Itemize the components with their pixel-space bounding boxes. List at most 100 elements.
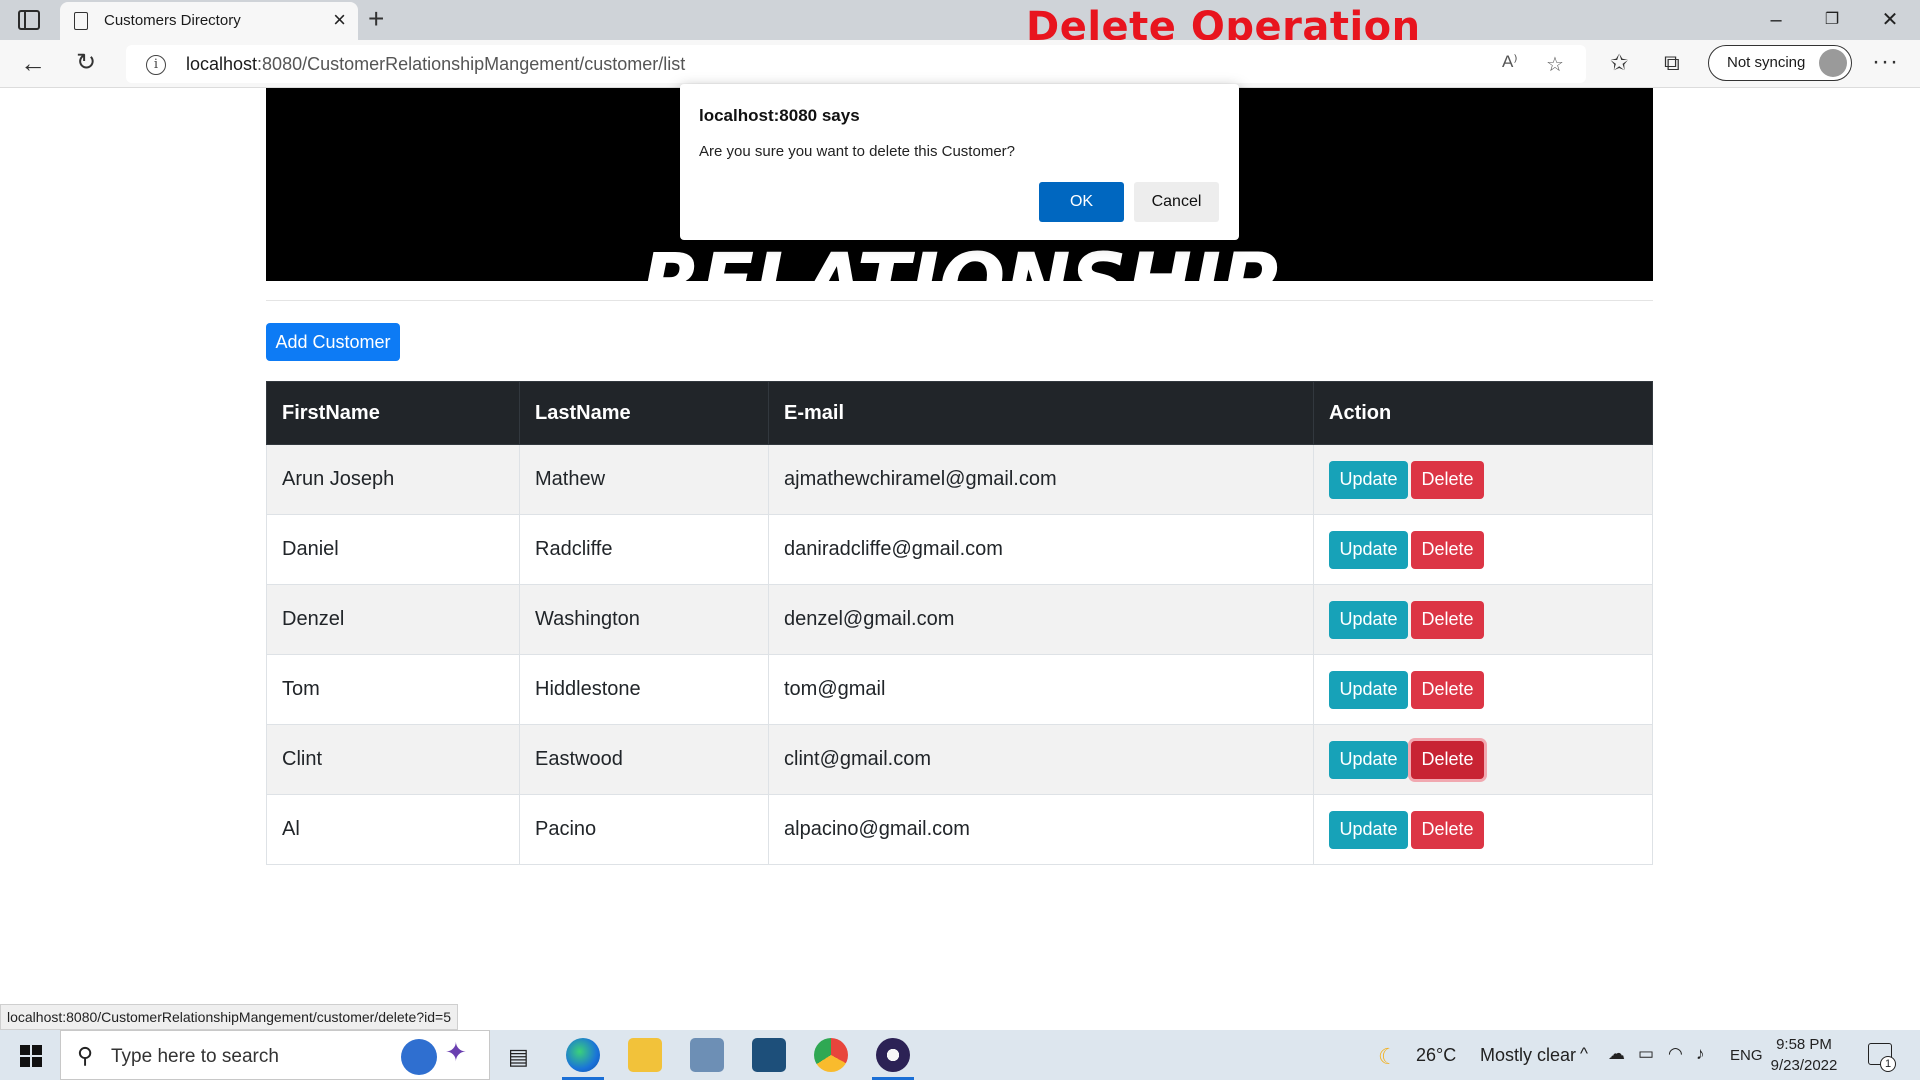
favorites-icon[interactable]: ✩ [1610,50,1628,76]
browser-tab[interactable]: Customers Directory × [60,2,358,40]
weather-moon-icon: ☾ [1378,1044,1398,1069]
back-icon[interactable]: ← [20,48,46,78]
remote-desktop-icon[interactable] [690,1038,724,1072]
confirm-dialog: localhost:8080 says Are you sure you wan… [680,84,1239,240]
more-options-icon[interactable]: ··· [1872,48,1899,76]
close-window-icon[interactable]: ✕ [1862,4,1918,36]
delete-button[interactable]: Delete [1411,670,1484,709]
cell-action: Update Delete [1313,654,1653,725]
minimize-icon[interactable]: – [1748,4,1804,36]
wifi-icon[interactable]: ◠ [1668,1044,1683,1064]
cell-email: daniradcliffe@gmail.com [768,514,1314,585]
update-button[interactable]: Update [1329,600,1408,639]
tab-actions-icon[interactable] [18,10,40,30]
link-status-bar: localhost:8080/CustomerRelationshipMange… [0,1004,458,1030]
url-host: localhost [186,54,258,74]
cell-lastname: Eastwood [519,724,769,795]
cell-action: Update Delete [1313,584,1653,655]
cell-lastname: Radcliffe [519,514,769,585]
browser-titlebar: Customers Directory × + Delete Operation… [0,0,1920,50]
clock-date: 9/23/2022 [1770,1057,1838,1074]
dialog-ok-button[interactable]: OK [1039,182,1124,222]
update-button[interactable]: Update [1329,810,1408,849]
eclipse-app-icon[interactable] [872,1038,914,1080]
chrome-app-icon[interactable] [814,1038,848,1072]
update-button[interactable]: Update [1329,740,1408,779]
cell-email: ajmathewchiramel@gmail.com [768,444,1314,515]
search-placeholder: Type here to search [111,1046,279,1067]
search-highlight-telescope-icon: ✦ [445,1037,467,1067]
header-action: Action [1313,381,1653,445]
read-aloud-icon[interactable]: A⁾ [1502,52,1518,72]
tab-title: Customers Directory [104,12,241,29]
chevron-up-icon[interactable]: ^ [1580,1044,1588,1064]
mysql-workbench-icon[interactable] [752,1038,786,1072]
info-icon[interactable]: i [146,55,166,75]
taskbar-search-box[interactable]: ⚲ Type here to search ✦ [60,1030,490,1080]
update-button[interactable]: Update [1329,460,1408,499]
refresh-icon[interactable]: ↻ [76,48,96,78]
cell-email: tom@gmail [768,654,1314,725]
cell-lastname: Washington [519,584,769,655]
cell-firstname: Al [266,794,520,865]
customers-table: FirstName LastName E-mail Action Arun Jo… [266,381,1653,865]
add-favorite-icon[interactable]: ☆ [1546,52,1564,77]
dialog-cancel-button[interactable]: Cancel [1134,182,1219,222]
collections-icon[interactable]: ⧉ [1664,50,1680,76]
notification-count-badge: 1 [1880,1056,1896,1072]
volume-icon[interactable]: ♪ [1696,1044,1705,1064]
cell-lastname: Pacino [519,794,769,865]
search-highlight-globe-icon [401,1039,437,1075]
cell-email: denzel@gmail.com [768,584,1314,655]
update-button[interactable]: Update [1329,530,1408,569]
table-row: Denzel Washington denzel@gmail.com Updat… [266,584,1653,655]
page-icon [74,12,88,30]
header-email: E-mail [768,381,1314,445]
address-bar[interactable]: i localhost:8080/CustomerRelationshipMan… [126,45,1586,83]
cell-firstname: Arun Joseph [266,444,520,515]
onedrive-cloud-icon[interactable]: ☁ [1608,1044,1625,1064]
clock-time: 9:58 PM [1776,1036,1832,1053]
clock[interactable]: 9:58 PM 9/23/2022 [1760,1034,1848,1076]
weather-temp: 26°C [1416,1045,1457,1065]
file-explorer-icon[interactable] [628,1038,662,1072]
search-icon: ⚲ [77,1043,94,1068]
delete-button[interactable]: Delete [1411,810,1484,849]
cell-firstname: Denzel [266,584,520,655]
language-indicator[interactable]: ENG [1730,1047,1763,1064]
header-firstname: FirstName [266,381,520,445]
add-customer-button[interactable]: Add Customer [266,323,400,361]
edge-app-icon[interactable] [562,1038,604,1080]
table-row: Al Pacino alpacino@gmail.com Update Delet… [266,794,1653,865]
delete-button[interactable]: Delete [1411,530,1484,569]
dialog-title: localhost:8080 says [699,106,860,125]
taskbar: ⚲ Type here to search ✦ ▤ ☾ 26°C Mostly … [0,1030,1920,1080]
new-tab-icon[interactable]: + [368,2,384,36]
battery-icon[interactable]: ▭ [1638,1044,1654,1064]
table-row: Clint Eastwood clint@gmail.com Update Del… [266,724,1653,795]
url-text[interactable]: localhost:8080/CustomerRelationshipMange… [186,54,685,75]
cell-lastname: Hiddlestone [519,654,769,725]
cell-lastname: Mathew [519,444,769,515]
close-tab-icon[interactable]: × [333,8,346,32]
cell-firstname: Clint [266,724,520,795]
cell-firstname: Daniel [266,514,520,585]
divider [266,300,1653,301]
update-button[interactable]: Update [1329,670,1408,709]
task-view-icon[interactable]: ▤ [508,1044,529,1070]
header-lastname: LastName [519,381,769,445]
avatar [1819,49,1847,77]
cell-action: Update Delete [1313,514,1653,585]
cell-action: Update Delete [1313,444,1653,515]
dialog-message: Are you sure you want to delete this Cus… [699,143,1015,160]
delete-button[interactable]: Delete [1411,600,1484,639]
table-row: Tom Hiddlestone tom@gmail Update Delete [266,654,1653,725]
profile-sync-button[interactable]: Not syncing [1708,45,1852,81]
delete-button-focused[interactable]: Delete [1411,740,1484,779]
windows-start-icon[interactable] [20,1045,42,1067]
url-path: :8080/CustomerRelationshipMangement/cust… [257,54,686,74]
cell-email: alpacino@gmail.com [768,794,1314,865]
delete-button[interactable]: Delete [1411,460,1484,499]
restore-icon[interactable]: ❐ [1804,4,1860,36]
table-row: Daniel Radcliffe daniradcliffe@gmail.com… [266,514,1653,585]
